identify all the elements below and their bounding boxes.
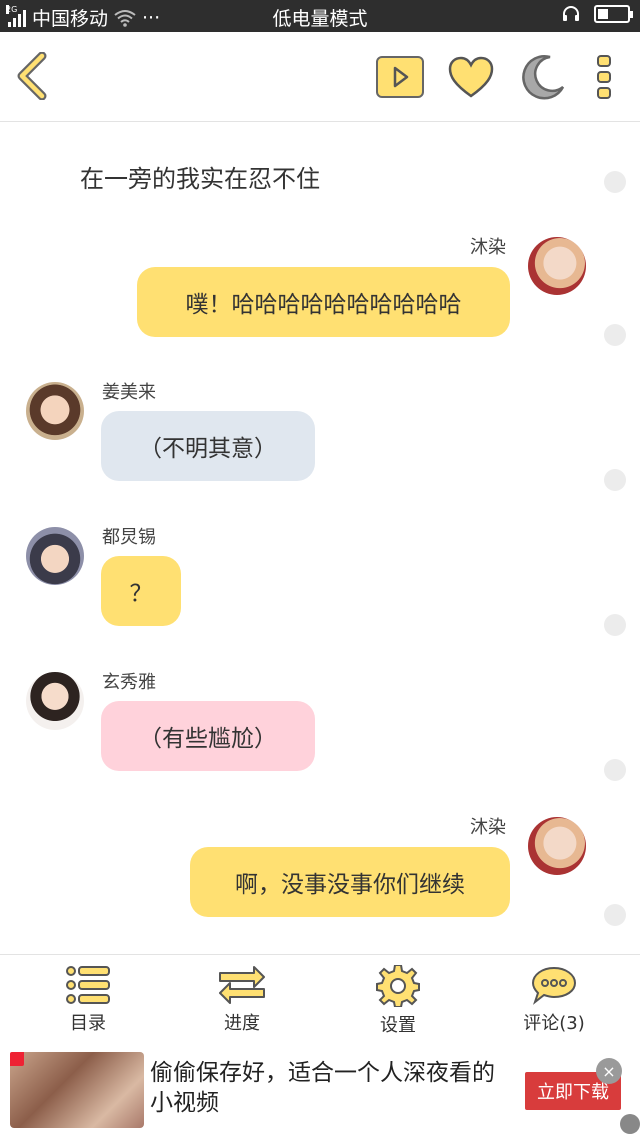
reaction-dot[interactable] bbox=[604, 171, 626, 193]
power-mode: 低电量模式 bbox=[272, 8, 368, 30]
swap-icon bbox=[219, 966, 265, 1004]
reaction-dot[interactable] bbox=[604, 469, 626, 491]
message-bubble: 噗！哈哈哈哈哈哈哈哈哈哈 bbox=[137, 267, 510, 337]
toolbar-item-comments[interactable]: 评论(3) bbox=[494, 965, 614, 1035]
status-bar: 2G 中国移动 ··· 低电量模式 bbox=[0, 0, 640, 32]
comment-icon bbox=[531, 966, 577, 1005]
reaction-dot[interactable] bbox=[604, 614, 626, 636]
close-icon[interactable]: × bbox=[596, 1058, 622, 1084]
message-bubble: 啊，没事没事你们继续 bbox=[190, 847, 510, 917]
ad-badge-icon bbox=[10, 1052, 24, 1066]
more-icon[interactable] bbox=[596, 54, 612, 100]
toolbar-item-catalog[interactable]: 目录 bbox=[28, 965, 148, 1035]
message-bubble: （不明其意） bbox=[101, 411, 315, 481]
battery-icon bbox=[594, 5, 633, 23]
status-right bbox=[562, 5, 633, 23]
avatar[interactable] bbox=[26, 527, 84, 585]
play-button[interactable] bbox=[376, 56, 424, 98]
avatar[interactable] bbox=[528, 817, 586, 875]
toolbar-label: 目录 bbox=[70, 1013, 106, 1034]
chat-area[interactable]: 在一旁的我实在忍不住 沐染 噗！哈哈哈哈哈哈哈哈哈哈 姜美来 （不明其意） 都炅… bbox=[0, 123, 640, 953]
ad-banner[interactable]: 偷偷保存好，适合一个人深夜看的小视频 立即下载 × bbox=[0, 1046, 640, 1138]
toolbar-label: 进度 bbox=[224, 1013, 260, 1034]
headset-icon bbox=[563, 6, 579, 21]
top-nav bbox=[0, 32, 640, 122]
sender-name: 都炅锡 bbox=[102, 527, 156, 548]
list-icon bbox=[66, 966, 110, 1004]
play-icon bbox=[393, 66, 409, 88]
reaction-dot[interactable] bbox=[604, 324, 626, 346]
sender-name: 玄秀雅 bbox=[102, 672, 156, 693]
ad-text[interactable]: 偷偷保存好，适合一个人深夜看的小视频 bbox=[150, 1058, 500, 1118]
heart-icon[interactable] bbox=[448, 56, 494, 100]
gear-icon bbox=[376, 965, 420, 1007]
toolbar-label: 评论(3) bbox=[523, 1013, 585, 1034]
narration-text: 在一旁的我实在忍不住 bbox=[80, 165, 320, 193]
reaction-dot[interactable] bbox=[604, 759, 626, 781]
message-bubble: （有些尴尬） bbox=[101, 701, 315, 771]
reaction-dot[interactable] bbox=[604, 904, 626, 926]
message-bubble: ？ bbox=[101, 556, 181, 626]
back-icon[interactable] bbox=[14, 52, 54, 100]
bottom-toolbar: 目录 进度 设置 评论(3) bbox=[0, 954, 640, 1046]
toolbar-item-settings[interactable]: 设置 bbox=[338, 965, 458, 1037]
avatar[interactable] bbox=[26, 672, 84, 730]
feedback-icon[interactable] bbox=[620, 1114, 640, 1134]
sender-name: 沐染 bbox=[470, 237, 506, 258]
toolbar-label: 设置 bbox=[380, 1015, 416, 1036]
toolbar-item-progress[interactable]: 进度 bbox=[182, 965, 302, 1035]
sender-name: 沐染 bbox=[470, 817, 506, 838]
avatar[interactable] bbox=[26, 382, 84, 440]
avatar[interactable] bbox=[528, 237, 586, 295]
sender-name: 姜美来 bbox=[102, 382, 156, 403]
ad-thumbnail[interactable] bbox=[10, 1052, 144, 1128]
moon-icon[interactable] bbox=[520, 54, 566, 100]
